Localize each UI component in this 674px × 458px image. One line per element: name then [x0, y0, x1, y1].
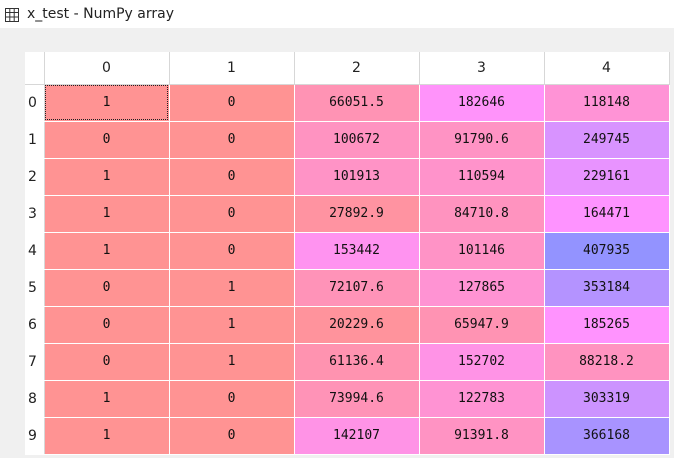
table-cell[interactable]: 1: [44, 417, 170, 455]
table-row: 7 0 1 61136.4 152702 88218.2: [25, 343, 670, 381]
table-cell[interactable]: 1: [44, 158, 170, 196]
table-cell[interactable]: 61136.4: [294, 343, 420, 381]
table-cell[interactable]: 229161: [544, 158, 670, 196]
table-row: 4 1 0 153442 101146 407935: [25, 232, 670, 270]
row-header-8[interactable]: 8: [25, 380, 45, 418]
table-cell[interactable]: 1: [169, 306, 295, 344]
row-header-9[interactable]: 9: [25, 417, 45, 455]
table-cell[interactable]: 27892.9: [294, 195, 420, 233]
table-grid-icon: [5, 7, 19, 22]
table-cell[interactable]: 0: [169, 380, 295, 418]
table-cell[interactable]: 0: [169, 121, 295, 159]
table-row: 5 0 1 72107.6 127865 353184: [25, 269, 670, 307]
table-cell[interactable]: 366168: [544, 417, 670, 455]
table-cell[interactable]: 65947.9: [419, 306, 545, 344]
table-row: 1 0 0 100672 91790.6 249745: [25, 121, 670, 159]
table-cell[interactable]: 100672: [294, 121, 420, 159]
table-cell[interactable]: 73994.6: [294, 380, 420, 418]
table-cell[interactable]: 66051.5: [294, 84, 420, 122]
table-cell[interactable]: 0: [44, 121, 170, 159]
table-cell[interactable]: 152702: [419, 343, 545, 381]
toolbar-band: [0, 28, 674, 52]
table-cell[interactable]: 101913: [294, 158, 420, 196]
table-corner: [25, 52, 45, 85]
table-cell[interactable]: 142107: [294, 417, 420, 455]
column-header-3[interactable]: 3: [419, 52, 545, 85]
table-row: 2 1 0 101913 110594 229161: [25, 158, 670, 196]
table-cell[interactable]: 0: [44, 343, 170, 381]
table-row: 3 1 0 27892.9 84710.8 164471: [25, 195, 670, 233]
table-cell[interactable]: 407935: [544, 232, 670, 270]
table-cell[interactable]: 182646: [419, 84, 545, 122]
table-cell[interactable]: 0: [169, 195, 295, 233]
table-cell[interactable]: 84710.8: [419, 195, 545, 233]
table-cell[interactable]: 122783: [419, 380, 545, 418]
table-cell[interactable]: 0: [44, 269, 170, 307]
window-titlebar: x_test - NumPy array: [0, 0, 674, 28]
table-cell[interactable]: 1: [44, 84, 170, 122]
table-cell[interactable]: 153442: [294, 232, 420, 270]
table-cell[interactable]: 118148: [544, 84, 670, 122]
table-cell[interactable]: 164471: [544, 195, 670, 233]
table-cell[interactable]: 20229.6: [294, 306, 420, 344]
table-cell[interactable]: 1: [169, 269, 295, 307]
table-cell[interactable]: 303319: [544, 380, 670, 418]
table-cell[interactable]: 0: [169, 84, 295, 122]
table-row: 9 1 0 142107 91391.8 366168: [25, 417, 670, 455]
table-cell[interactable]: 0: [169, 158, 295, 196]
table-cell[interactable]: 185265: [544, 306, 670, 344]
column-header-2[interactable]: 2: [294, 52, 420, 85]
column-header-0[interactable]: 0: [44, 52, 170, 85]
table-cell[interactable]: 110594: [419, 158, 545, 196]
row-header-2[interactable]: 2: [25, 158, 45, 196]
table-body: 0 1 0 66051.5 182646 118148 1 0 0 100672 91790.6 24…: [25, 84, 670, 455]
table-cell[interactable]: 101146: [419, 232, 545, 270]
table-row: 6 0 1 20229.6 65947.9 185265: [25, 306, 670, 344]
table-cell[interactable]: 91391.8: [419, 417, 545, 455]
row-header-5[interactable]: 5: [25, 269, 45, 307]
table-cell[interactable]: 1: [44, 232, 170, 270]
table-cell[interactable]: 249745: [544, 121, 670, 159]
table-cell[interactable]: 1: [169, 343, 295, 381]
table-cell[interactable]: 0: [169, 417, 295, 455]
row-header-4[interactable]: 4: [25, 232, 45, 270]
table-cell[interactable]: 0: [169, 232, 295, 270]
column-header-1[interactable]: 1: [169, 52, 295, 85]
table-cell[interactable]: 127865: [419, 269, 545, 307]
table-cell[interactable]: 91790.6: [419, 121, 545, 159]
table-cell[interactable]: 353184: [544, 269, 670, 307]
row-header-3[interactable]: 3: [25, 195, 45, 233]
row-header-7[interactable]: 7: [25, 343, 45, 381]
column-header-row: 01234: [25, 52, 670, 85]
array-table: 01234 0 1 0 66051.5 182646 118148 1 0 0 100672 917…: [25, 52, 670, 455]
table-cell[interactable]: 0: [44, 306, 170, 344]
row-header-1[interactable]: 1: [25, 121, 45, 159]
window-title: x_test - NumPy array: [27, 6, 174, 22]
table-cell[interactable]: 88218.2: [544, 343, 670, 381]
table-row: 8 1 0 73994.6 122783 303319: [25, 380, 670, 418]
row-header-0[interactable]: 0: [25, 84, 45, 122]
row-header-6[interactable]: 6: [25, 306, 45, 344]
table-row: 0 1 0 66051.5 182646 118148: [25, 84, 670, 122]
table-cell[interactable]: 1: [44, 195, 170, 233]
column-header-4[interactable]: 4: [544, 52, 670, 85]
table-cell[interactable]: 72107.6: [294, 269, 420, 307]
array-table-container[interactable]: 01234 0 1 0 66051.5 182646 118148 1 0 0 100672 917…: [25, 52, 674, 458]
left-margin: [0, 52, 25, 458]
table-cell[interactable]: 1: [44, 380, 170, 418]
